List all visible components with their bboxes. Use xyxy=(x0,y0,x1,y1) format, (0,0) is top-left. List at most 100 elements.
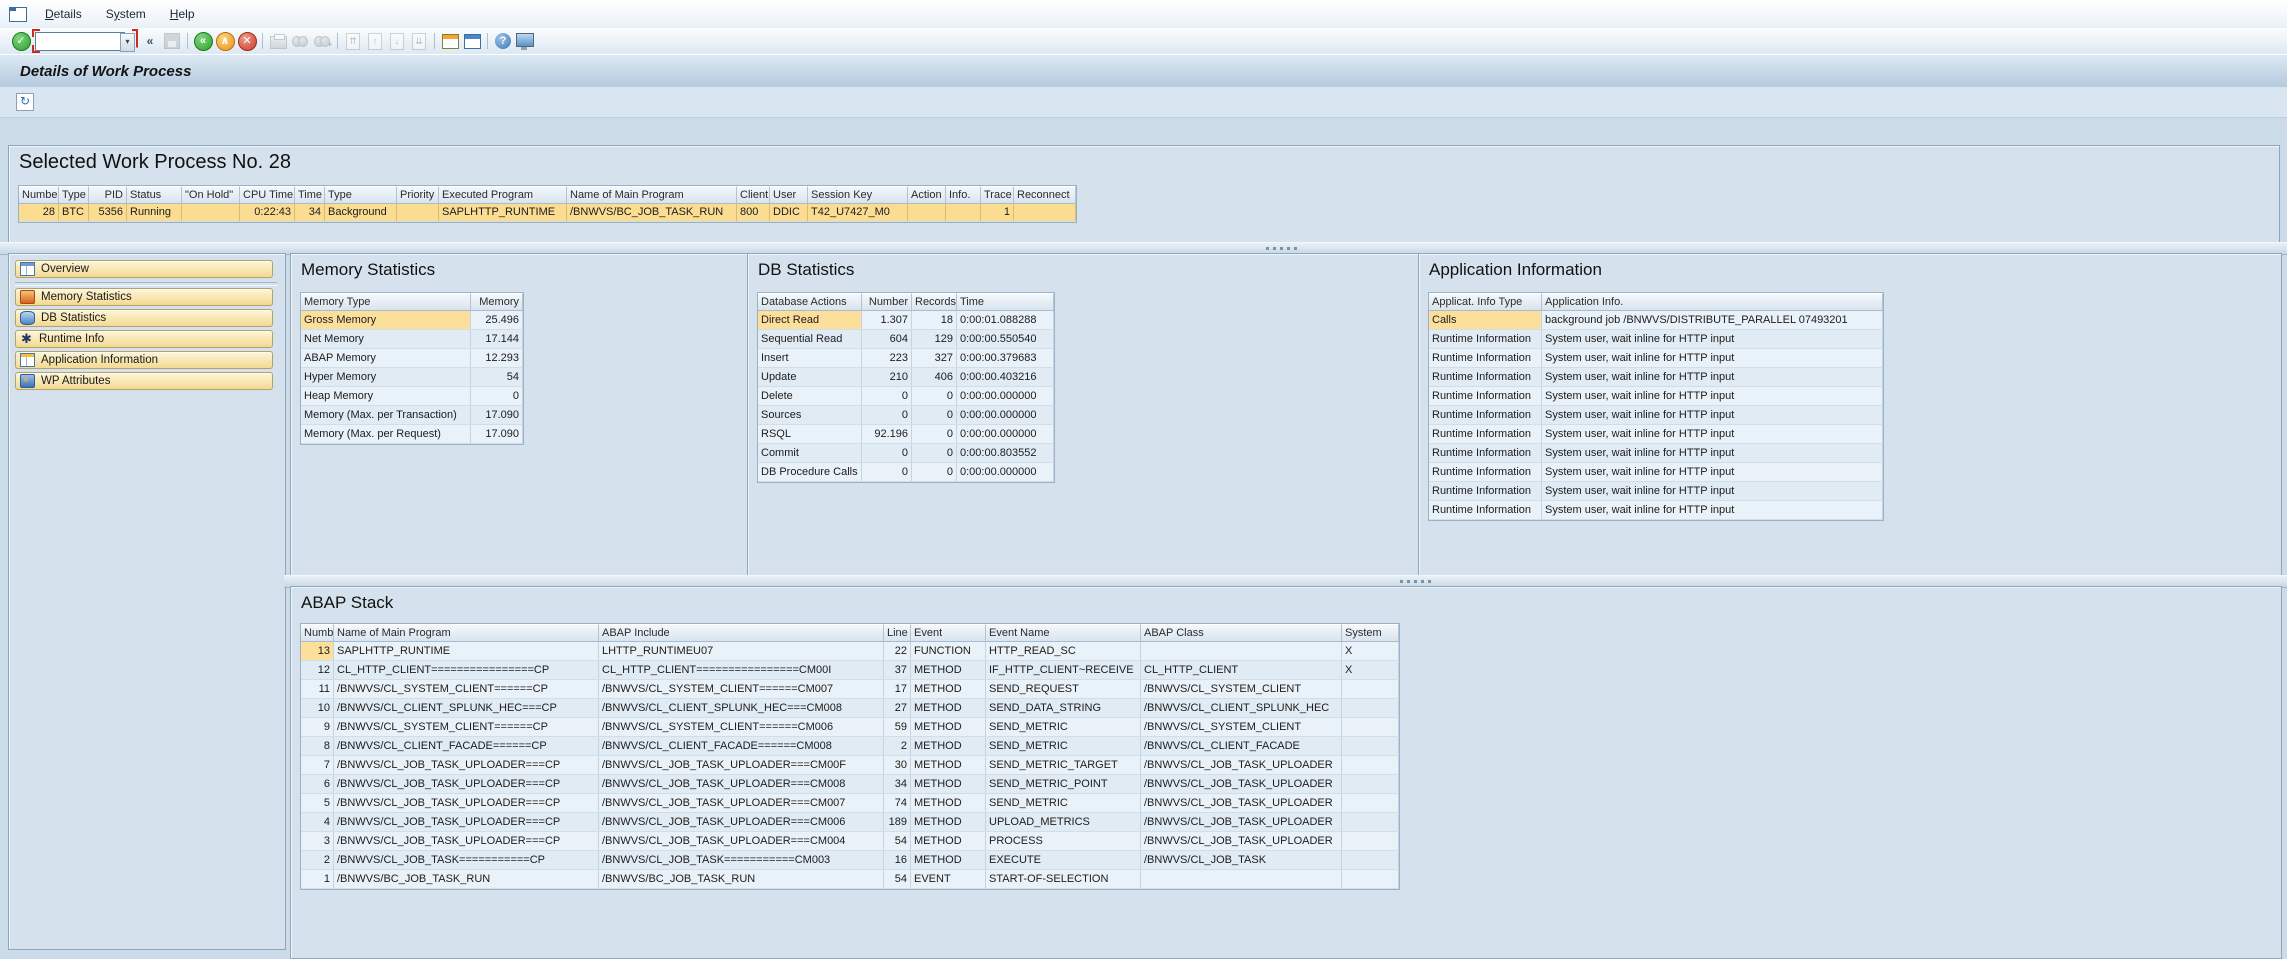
table-row[interactable]: Commit000:00:00.803552 xyxy=(758,444,1054,463)
table-row[interactable]: 12CL_HTTP_CLIENT================CPCL_HTT… xyxy=(301,661,1399,680)
cancel-button[interactable]: ✕ xyxy=(237,31,257,51)
column-header[interactable]: Application Info. xyxy=(1542,293,1883,310)
sidebar-item-application-information[interactable]: Application Information xyxy=(15,351,273,369)
table-row[interactable]: 13SAPLHTTP_RUNTIMELHTTP_RUNTIMEU0722FUNC… xyxy=(301,642,1399,661)
table-row[interactable]: Net Memory17.144 xyxy=(301,330,523,349)
exit-button[interactable]: ∧ xyxy=(215,31,235,51)
table-row[interactable]: 5/BNWVS/CL_JOB_TASK_UPLOADER===CP/BNWVS/… xyxy=(301,794,1399,813)
table-row[interactable]: Gross Memory25.496 xyxy=(301,311,523,330)
column-header[interactable]: Name of Main Program xyxy=(567,186,737,203)
column-header[interactable]: ABAP Include xyxy=(599,624,884,641)
first-page-button[interactable]: ⇈ xyxy=(343,31,363,51)
column-header[interactable]: Executed Program xyxy=(439,186,567,203)
table-row[interactable]: 28BTC5356Running0:22:4334BackgroundSAPLH… xyxy=(19,204,1076,222)
column-header[interactable]: PID xyxy=(89,186,127,203)
column-header[interactable]: Status xyxy=(127,186,182,203)
save-button[interactable] xyxy=(162,31,182,51)
column-header[interactable]: "On Hold" xyxy=(182,186,240,203)
table-row[interactable]: 9/BNWVS/CL_SYSTEM_CLIENT======CP/BNWVS/C… xyxy=(301,718,1399,737)
table-row[interactable]: Callsbackground job /BNWVS/DISTRIBUTE_PA… xyxy=(1429,311,1883,330)
menu-help[interactable]: Help xyxy=(158,5,207,23)
column-header[interactable]: CPU Time xyxy=(240,186,295,203)
next-page-button[interactable]: ↓ xyxy=(387,31,407,51)
table-row[interactable]: Hyper Memory54 xyxy=(301,368,523,387)
column-header[interactable]: Database Actions xyxy=(758,293,862,310)
table-row[interactable]: ABAP Memory12.293 xyxy=(301,349,523,368)
column-header[interactable]: Time xyxy=(295,186,325,203)
column-header[interactable]: Memory xyxy=(471,293,523,310)
table-row[interactable]: RSQL92.19600:00:00.000000 xyxy=(758,425,1054,444)
shortcut-button[interactable] xyxy=(462,31,482,51)
sidebar-item-wp-attributes[interactable]: WP Attributes xyxy=(15,372,273,390)
table-row[interactable]: Sequential Read6041290:00:00.550540 xyxy=(758,330,1054,349)
table-row[interactable]: 2/BNWVS/CL_JOB_TASK===========CP/BNWVS/C… xyxy=(301,851,1399,870)
table-row[interactable]: Runtime InformationSystem user, wait inl… xyxy=(1429,368,1883,387)
help-button[interactable]: ? xyxy=(493,31,513,51)
table-row[interactable]: Delete000:00:00.000000 xyxy=(758,387,1054,406)
column-header[interactable]: Number xyxy=(862,293,912,310)
table-row[interactable]: Runtime InformationSystem user, wait inl… xyxy=(1429,463,1883,482)
sidebar-item-db-statistics[interactable]: DB Statistics xyxy=(15,309,273,327)
table-row[interactable]: 11/BNWVS/CL_SYSTEM_CLIENT======CP/BNWVS/… xyxy=(301,680,1399,699)
table-row[interactable]: Runtime InformationSystem user, wait inl… xyxy=(1429,330,1883,349)
find-button[interactable] xyxy=(290,31,310,51)
table-row[interactable]: DB Procedure Calls000:00:00.000000 xyxy=(758,463,1054,482)
command-dropdown-icon[interactable]: ▾ xyxy=(120,33,135,52)
column-header[interactable]: Line xyxy=(884,624,911,641)
table-row[interactable]: Runtime InformationSystem user, wait inl… xyxy=(1429,387,1883,406)
table-row[interactable]: 3/BNWVS/CL_JOB_TASK_UPLOADER===CP/BNWVS/… xyxy=(301,832,1399,851)
print-button[interactable] xyxy=(268,31,288,51)
table-row[interactable]: Insert2233270:00:00.379683 xyxy=(758,349,1054,368)
column-header[interactable]: Reconnect xyxy=(1014,186,1076,203)
table-row[interactable]: Runtime InformationSystem user, wait inl… xyxy=(1429,482,1883,501)
column-header[interactable]: Action xyxy=(908,186,946,203)
sidebar-item-memory-statistics[interactable]: Memory Statistics xyxy=(15,288,273,306)
table-row[interactable]: Update2104060:00:00.403216 xyxy=(758,368,1054,387)
table-row[interactable]: Sources000:00:00.000000 xyxy=(758,406,1054,425)
table-row[interactable]: 1/BNWVS/BC_JOB_TASK_RUN/BNWVS/BC_JOB_TAS… xyxy=(301,870,1399,889)
column-header[interactable]: System xyxy=(1342,624,1399,641)
column-header[interactable]: Time xyxy=(957,293,1054,310)
table-row[interactable]: 4/BNWVS/CL_JOB_TASK_UPLOADER===CP/BNWVS/… xyxy=(301,813,1399,832)
column-header[interactable]: Applicat. Info Type xyxy=(1429,293,1542,310)
table-row[interactable]: Runtime InformationSystem user, wait inl… xyxy=(1429,425,1883,444)
column-header[interactable]: Records xyxy=(912,293,957,310)
table-row[interactable]: Runtime InformationSystem user, wait inl… xyxy=(1429,501,1883,520)
column-header[interactable]: Session Key xyxy=(808,186,908,203)
sidebar-item-overview[interactable]: Overview xyxy=(15,260,273,278)
menu-system[interactable]: System xyxy=(94,5,158,23)
menu-details[interactable]: Details xyxy=(33,5,94,23)
column-header[interactable]: Trace xyxy=(981,186,1014,203)
table-row[interactable]: Runtime InformationSystem user, wait inl… xyxy=(1429,406,1883,425)
column-header[interactable]: Event Name xyxy=(986,624,1141,641)
refresh-button[interactable]: ↻ xyxy=(16,93,34,111)
column-header[interactable]: Type xyxy=(325,186,397,203)
column-header[interactable]: Memory Type xyxy=(301,293,471,310)
table-row[interactable]: 6/BNWVS/CL_JOB_TASK_UPLOADER===CP/BNWVS/… xyxy=(301,775,1399,794)
layout-menu-button[interactable] xyxy=(515,31,535,51)
command-input[interactable] xyxy=(35,32,125,51)
new-session-button[interactable] xyxy=(440,31,460,51)
column-header[interactable]: User xyxy=(770,186,808,203)
table-row[interactable]: Memory (Max. per Transaction)17.090 xyxy=(301,406,523,425)
column-header[interactable]: Type xyxy=(59,186,89,203)
table-row[interactable]: 10/BNWVS/CL_CLIENT_SPLUNK_HEC===CP/BNWVS… xyxy=(301,699,1399,718)
find-next-button[interactable]: + xyxy=(312,31,332,51)
sap-window-icon[interactable] xyxy=(9,7,27,22)
last-page-button[interactable]: ⇊ xyxy=(409,31,429,51)
column-header[interactable]: Number xyxy=(301,624,334,641)
column-header[interactable]: Name of Main Program xyxy=(334,624,599,641)
column-header[interactable]: ABAP Class xyxy=(1141,624,1342,641)
column-header[interactable]: Priority xyxy=(397,186,439,203)
column-header[interactable]: Number xyxy=(19,186,59,203)
collapse-command-button[interactable]: « xyxy=(140,31,160,51)
table-row[interactable]: 7/BNWVS/CL_JOB_TASK_UPLOADER===CP/BNWVS/… xyxy=(301,756,1399,775)
table-row[interactable]: 8/BNWVS/CL_CLIENT_FACADE======CP/BNWVS/C… xyxy=(301,737,1399,756)
table-row[interactable]: Heap Memory0 xyxy=(301,387,523,406)
column-header[interactable]: Client xyxy=(737,186,770,203)
table-row[interactable]: Runtime InformationSystem user, wait inl… xyxy=(1429,349,1883,368)
table-row[interactable]: Memory (Max. per Request)17.090 xyxy=(301,425,523,444)
column-header[interactable]: Info. xyxy=(946,186,981,203)
table-row[interactable]: Runtime InformationSystem user, wait inl… xyxy=(1429,444,1883,463)
sidebar-item-runtime-info[interactable]: ✱ Runtime Info xyxy=(15,330,273,348)
